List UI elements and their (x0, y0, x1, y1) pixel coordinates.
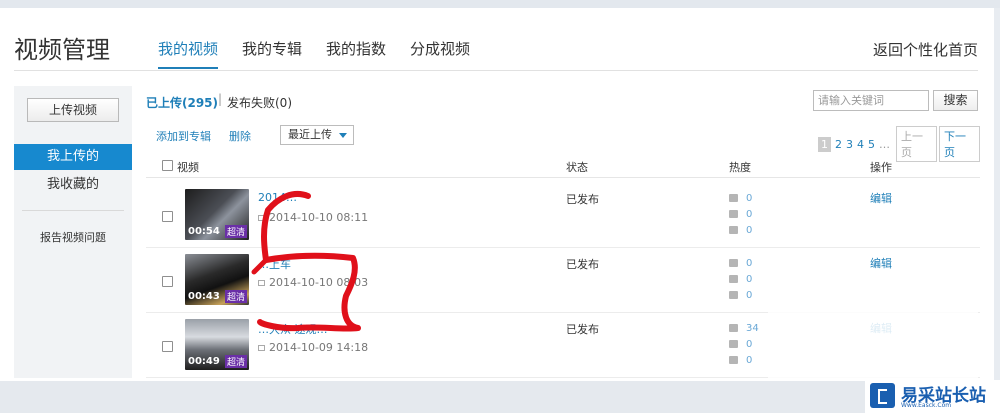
column-video: 视频 (177, 161, 199, 174)
tab-my-albums[interactable]: 我的专辑 (242, 38, 302, 69)
video-duration: 00:43 (188, 291, 220, 302)
video-thumbnail[interactable]: 00:49 超清 (185, 319, 249, 370)
search-input[interactable]: 请输入关键词 (813, 90, 929, 111)
row-checkbox[interactable] (162, 276, 173, 287)
video-thumbnail[interactable]: 00:54 超清 (185, 189, 249, 240)
select-all-checkbox[interactable] (162, 160, 173, 171)
header: 视频管理 我的视频 我的专辑 我的指数 分成视频 返回个性化首页 (0, 8, 994, 69)
video-duration: 00:54 (188, 226, 220, 237)
page-link[interactable]: 1 (818, 136, 831, 152)
annotation-stroke (257, 190, 361, 332)
sidebar-item-my-favorites[interactable]: 我收藏的 (14, 172, 132, 198)
play-count: 34 (729, 323, 759, 334)
edit-link[interactable]: 编辑 (870, 190, 892, 206)
share-icon (729, 291, 738, 299)
share-count: 0 (729, 355, 752, 366)
comment-count-value: 0 (746, 209, 753, 220)
sort-select-value: 最近上传 (288, 128, 332, 141)
play-icon (729, 259, 738, 267)
page-link[interactable]: 5 (868, 138, 875, 151)
comment-count-value: 0 (746, 274, 753, 285)
sidebar: 上传视频 我上传的 我收藏的 报告视频问题 (14, 86, 132, 378)
column-action: 操作 (870, 161, 892, 174)
status-text: 已发布 (566, 258, 599, 271)
page-title: 视频管理 (14, 36, 110, 64)
annotation-stroke (251, 257, 269, 275)
failed-filter[interactable]: 发布失败(0) (227, 94, 292, 111)
filter-separator: | (218, 92, 223, 106)
share-count: 0 (729, 225, 752, 236)
upload-video-button[interactable]: 上传视频 (27, 98, 119, 122)
status-text: 已发布 (566, 323, 599, 336)
comment-count-value: 0 (746, 339, 753, 350)
sidebar-item-my-uploads[interactable]: 我上传的 (14, 144, 132, 170)
quality-badge: 超清 (224, 290, 247, 303)
comment-count: 0 (729, 339, 752, 350)
quality-badge: 超清 (224, 225, 247, 238)
site-logo-icon (870, 383, 895, 408)
comment-count: 0 (729, 209, 752, 220)
tab-bar: 我的视频 我的专辑 我的指数 分成视频 (158, 38, 494, 69)
chevron-down-icon (339, 133, 347, 138)
page-link[interactable]: 3 (846, 138, 853, 151)
share-count-value: 0 (746, 290, 753, 301)
sidebar-divider (22, 210, 124, 211)
tab-my-videos[interactable]: 我的视频 (158, 38, 219, 69)
video-date: 2014-10-09 14:18 (258, 341, 368, 354)
row-checkbox[interactable] (162, 341, 173, 352)
edit-link[interactable]: 编辑 (870, 255, 892, 271)
play-count: 0 (729, 193, 752, 204)
play-icon (729, 324, 738, 332)
watermark-subtitle: Www.Easck.Com (901, 402, 952, 409)
column-status: 状态 (566, 161, 588, 174)
search-button[interactable]: 搜索 (933, 90, 978, 111)
comment-icon (729, 275, 738, 283)
video-thumbnail[interactable]: 00:43 超清 (185, 254, 249, 305)
add-to-album-link[interactable]: 添加到专辑 (156, 128, 211, 144)
play-count: 0 (729, 258, 752, 269)
share-count-value: 0 (746, 355, 753, 366)
bottom-bar (0, 381, 1000, 413)
tab-my-index[interactable]: 我的指数 (326, 38, 386, 69)
lock-icon (258, 345, 265, 351)
top-strip (0, 0, 1000, 8)
share-icon (729, 356, 738, 364)
table-header: 视频 状态 热度 操作 (146, 154, 980, 178)
row-checkbox[interactable] (162, 211, 173, 222)
status-text: 已发布 (566, 193, 599, 206)
video-duration: 00:49 (188, 356, 220, 367)
video-date-text: 2014-10-09 14:18 (269, 341, 369, 354)
column-heat: 热度 (729, 161, 751, 174)
report-video-issue-link[interactable]: 报告视频问题 (14, 229, 132, 245)
sort-select[interactable]: 最近上传 (280, 125, 354, 145)
back-to-homepage-link[interactable]: 返回个性化首页 (873, 39, 978, 60)
page-link[interactable]: 2 (835, 138, 842, 151)
comment-icon (729, 340, 738, 348)
header-divider (14, 70, 978, 71)
watermark: 易采站长站 Www.Easck.Com (865, 380, 1000, 413)
tab-revenue-videos[interactable]: 分成视频 (410, 38, 470, 69)
play-count-value: 0 (746, 258, 753, 269)
share-count-value: 0 (746, 225, 753, 236)
share-icon (729, 226, 738, 234)
page-link[interactable]: 4 (857, 138, 864, 151)
quality-badge: 超清 (224, 355, 247, 368)
play-count-value: 34 (746, 323, 759, 334)
delete-link[interactable]: 删除 (229, 128, 251, 144)
play-count-value: 0 (746, 193, 753, 204)
published-filter[interactable]: 已上传(295) (146, 94, 218, 111)
page-ellipsis: … (879, 137, 890, 151)
comment-icon (729, 210, 738, 218)
play-icon (729, 194, 738, 202)
comment-count: 0 (729, 274, 752, 285)
red-annotation-scribble (251, 190, 361, 332)
share-count: 0 (729, 290, 752, 301)
